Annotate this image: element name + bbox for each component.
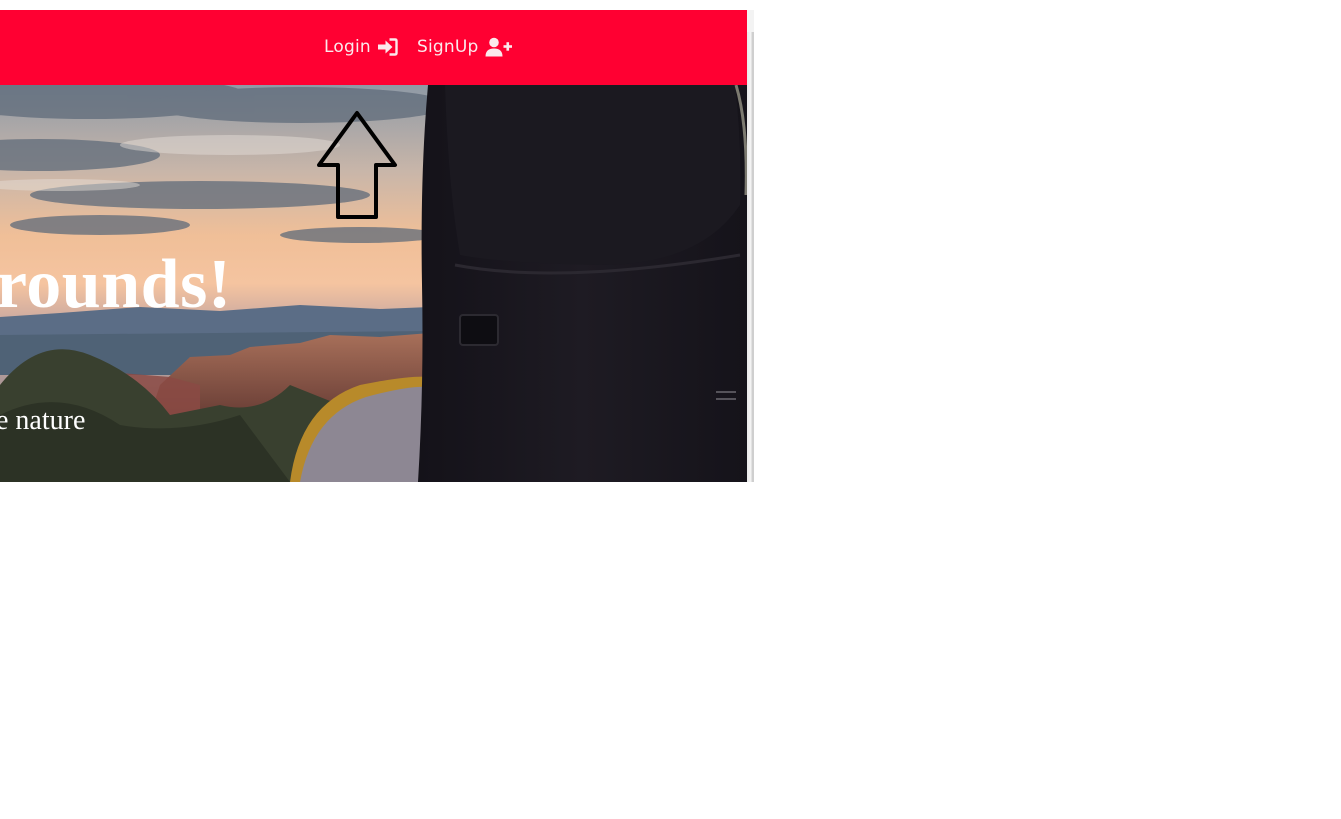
scrollbar-cap: [747, 10, 754, 32]
user-plus-icon: [485, 37, 512, 57]
signup-link[interactable]: SignUp: [417, 35, 513, 59]
signup-label: SignUp: [417, 37, 479, 57]
top-navbar: Login SignUp: [0, 10, 747, 85]
hero-title: rounds!: [0, 246, 232, 323]
up-arrow-icon: [317, 111, 397, 219]
browser-viewport: Login SignUp rounds! e nature: [0, 10, 747, 482]
scrollbar-track[interactable]: [747, 10, 754, 482]
hero-subtitle: e nature: [0, 405, 86, 436]
login-link[interactable]: Login: [324, 35, 398, 59]
sign-in-icon: [377, 38, 398, 56]
login-label: Login: [324, 37, 371, 57]
